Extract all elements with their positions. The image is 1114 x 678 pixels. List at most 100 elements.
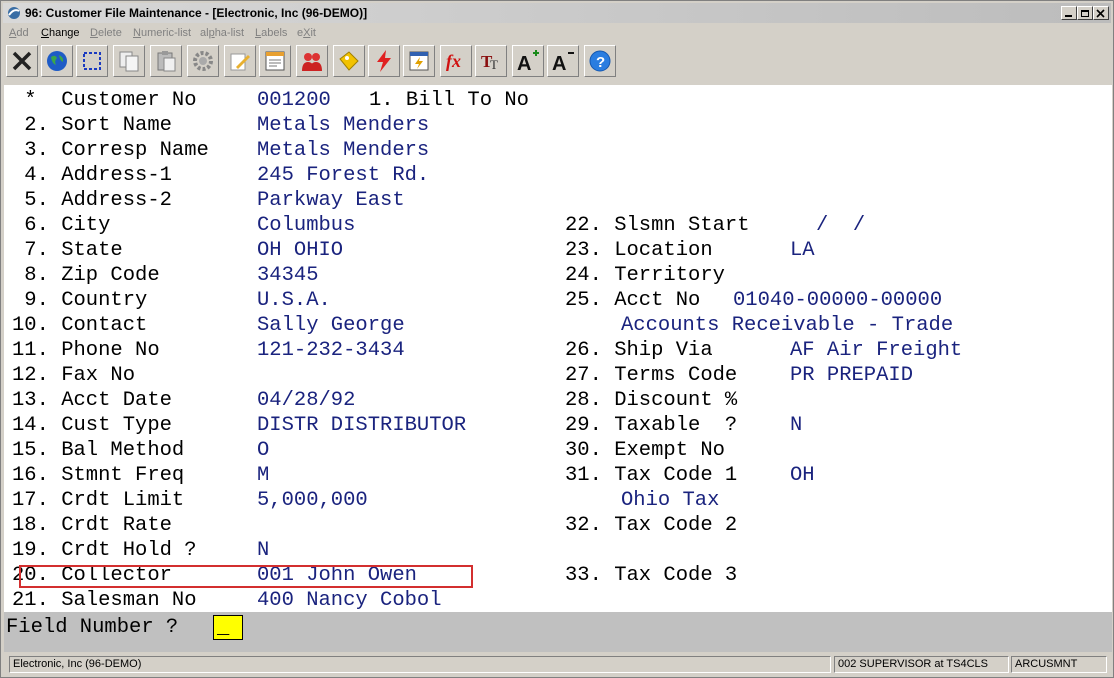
run-tool-button[interactable] [403, 45, 435, 77]
close-tool-button[interactable] [6, 45, 38, 77]
field-fax-label: 12. Fax No [12, 364, 136, 387]
field-acct-no-label: 25. Acct No [565, 289, 701, 312]
field-acct-date-value: 04/28/92 [257, 389, 356, 412]
field-slsmn-start-label: 22. Slsmn Start [565, 214, 750, 237]
field-number-prompt: Field Number ? [6, 616, 179, 639]
menu-change-mnemonic: C [41, 27, 49, 39]
help-icon: ? [589, 50, 611, 72]
menu-alpha-list[interactable]: alpha-list [200, 26, 244, 40]
menu-change[interactable]: Change [41, 26, 80, 40]
field-country-label: 9. Country [12, 289, 148, 312]
close-window-icon [1096, 9, 1105, 18]
field-address1-label: 4. Address-1 [12, 164, 172, 187]
tag-icon [339, 51, 359, 71]
status-user: 002 SUPERVISOR at TS4CLS [834, 656, 1009, 673]
select-tool-button[interactable] [76, 45, 108, 77]
edit-icon [230, 53, 250, 71]
field-crdt-limit-value: 5,000,000 [257, 489, 368, 512]
field-acct-no-description: Accounts Receivable - Trade [621, 314, 954, 337]
title-bar[interactable]: 96: Customer File Maintenance - [Electro… [3, 3, 1111, 23]
notepad-tool-button[interactable] [259, 45, 291, 77]
svg-text:A: A [552, 53, 566, 73]
font-larger-tool-button[interactable]: A [512, 45, 544, 77]
field-sort-name-value: Metals Menders [257, 114, 430, 137]
field-slsmn-start-value: / / [816, 214, 866, 237]
field-salesman-no-value: 400 Nancy Cobol [257, 589, 442, 612]
menu-labels[interactable]: Labels [255, 26, 287, 40]
close-window-button[interactable] [1093, 6, 1109, 20]
notepad-icon [265, 51, 285, 71]
field-crdt-hold-label: 19. Crdt Hold ? [12, 539, 197, 562]
field-tax-code1-description: Ohio Tax [621, 489, 720, 512]
menu-change-label: hange [48, 27, 80, 39]
field-zip-value: 34345 [257, 264, 319, 287]
edit-tool-button[interactable] [224, 45, 256, 77]
field-taxable-value: N [790, 414, 803, 437]
field-stmnt-freq-label: 16. Stmnt Freq [12, 464, 185, 487]
field-customer-no-value: 001200 [257, 89, 331, 112]
menu-labels-label: abels [261, 27, 288, 39]
field-stmnt-freq-value: M [257, 464, 270, 487]
field-city-value: Columbus [257, 214, 356, 237]
field-taxable-label: 29. Taxable ? [565, 414, 738, 437]
menu-exit[interactable]: eXit [297, 26, 316, 40]
menu-alpha-label: ha-list [214, 27, 245, 39]
status-bar: Electronic, Inc (96-DEMO) 002 SUPERVISOR… [3, 655, 1111, 675]
font-smaller-tool-button[interactable]: A [547, 45, 579, 77]
field-bal-method-label: 15. Bal Method [12, 439, 185, 462]
font-style-icon: TT [481, 52, 498, 72]
field-number-input[interactable]: _ [213, 615, 243, 640]
field-sort-name-label: 2. Sort Name [12, 114, 172, 137]
field-contact-label: 10. Contact [12, 314, 148, 337]
field-corresp-name-value: Metals Menders [257, 139, 430, 162]
users-tool-button[interactable] [296, 45, 328, 77]
status-program: ARCUSMNT [1011, 656, 1107, 673]
paste-icon [157, 51, 176, 72]
field-salesman-no-label: 21. Salesman No [12, 589, 197, 612]
globe-tool-button[interactable] [41, 45, 73, 77]
copy-tool-button[interactable] [113, 45, 145, 77]
font-smaller-icon: A [552, 52, 574, 73]
field-exempt-no-label: 30. Exempt No [565, 439, 725, 462]
function-tool-button[interactable]: fx [440, 45, 472, 77]
collector-highlight-box [19, 565, 473, 588]
field-address2-label: 5. Address-2 [12, 189, 172, 212]
field-city-label: 6. City [12, 214, 111, 237]
field-bal-method-value: O [257, 439, 270, 462]
settings-tool-button[interactable] [187, 45, 219, 77]
field-number-cursor: _ [217, 617, 230, 640]
tag-tool-button[interactable] [333, 45, 365, 77]
field-address2-value: Parkway East [257, 189, 405, 212]
field-bill-to-label: 1. Bill To No [369, 89, 529, 112]
menu-numeric-label: umeric-list [140, 27, 192, 39]
menu-delete-mnemonic: D [90, 27, 98, 39]
field-ship-via-value: AF Air Freight [790, 339, 963, 362]
menu-delete[interactable]: Delete [90, 26, 122, 40]
restore-button[interactable] [1077, 6, 1093, 20]
menu-numeric-mnemonic: N [133, 27, 141, 39]
toolbar: fx TT A A ? [3, 43, 1111, 81]
field-tax-code3-label: 33. Tax Code 3 [565, 564, 738, 587]
field-location-value: LA [790, 239, 815, 262]
field-tax-code1-label: 31. Tax Code 1 [565, 464, 738, 487]
svg-text:A: A [517, 53, 531, 73]
menu-numeric-list[interactable]: Numeric-list [133, 26, 191, 40]
field-customer-no-label: * Customer No [12, 89, 197, 112]
help-tool-button[interactable]: ? [584, 45, 616, 77]
field-crdt-hold-value: N [257, 539, 270, 562]
font-larger-icon: A [517, 50, 539, 73]
field-acct-no-value: 01040-00000-00000 [733, 289, 943, 312]
field-crdt-rate-label: 18. Crdt Rate [12, 514, 172, 537]
font-style-tool-button[interactable]: TT [475, 45, 507, 77]
field-terms-code-label: 27. Terms Code [565, 364, 738, 387]
status-company: Electronic, Inc (96-DEMO) [9, 656, 831, 673]
field-location-label: 23. Location [565, 239, 713, 262]
function-icon: fx [446, 51, 461, 71]
field-cust-type-value: DISTR DISTRIBUTOR [257, 414, 467, 437]
menu-add[interactable]: Add [9, 26, 29, 40]
field-discount-label: 28. Discount % [565, 389, 738, 412]
minimize-button[interactable] [1061, 6, 1077, 20]
paste-tool-button[interactable] [150, 45, 182, 77]
lightning-tool-button[interactable] [368, 45, 400, 77]
menu-add-label: dd [16, 27, 29, 39]
